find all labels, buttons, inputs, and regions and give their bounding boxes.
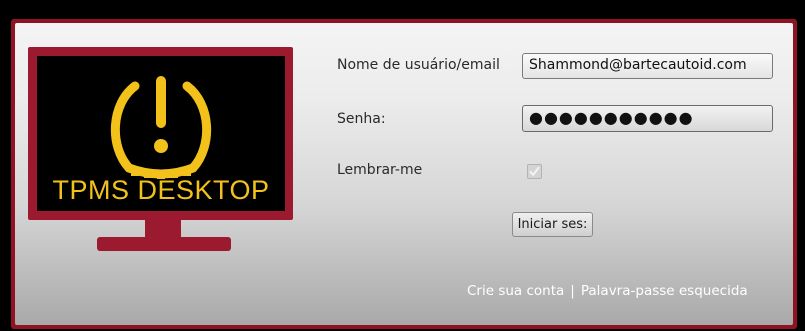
- checkmark-icon: [529, 166, 540, 176]
- login-button[interactable]: Iniciar ses:: [512, 212, 593, 237]
- username-field[interactable]: Shammond@bartecautoid.com: [522, 53, 773, 79]
- monitor-neck: [145, 220, 181, 238]
- monitor-stand: [97, 237, 231, 251]
- remember-checkbox[interactable]: [527, 164, 542, 179]
- monitor-bezel: TPMS DESKTOP: [28, 47, 293, 220]
- link-separator: |: [570, 283, 575, 299]
- username-label: Nome de usuário/email: [337, 57, 500, 73]
- remember-label: Lembrar-me: [337, 162, 423, 178]
- monitor-screen: TPMS DESKTOP: [37, 56, 285, 211]
- logo-text: TPMS DESKTOP: [52, 175, 270, 205]
- password-field[interactable]: ●●●●●●●●●●●: [522, 105, 773, 132]
- account-links: Crie sua conta | Palavra-passe esquecida: [467, 283, 748, 299]
- password-label: Senha:: [337, 111, 386, 127]
- forgot-password-link[interactable]: Palavra-passe esquecida: [581, 283, 748, 299]
- create-account-link[interactable]: Crie sua conta: [467, 283, 564, 299]
- tpms-logo: TPMS DESKTOP: [28, 47, 301, 251]
